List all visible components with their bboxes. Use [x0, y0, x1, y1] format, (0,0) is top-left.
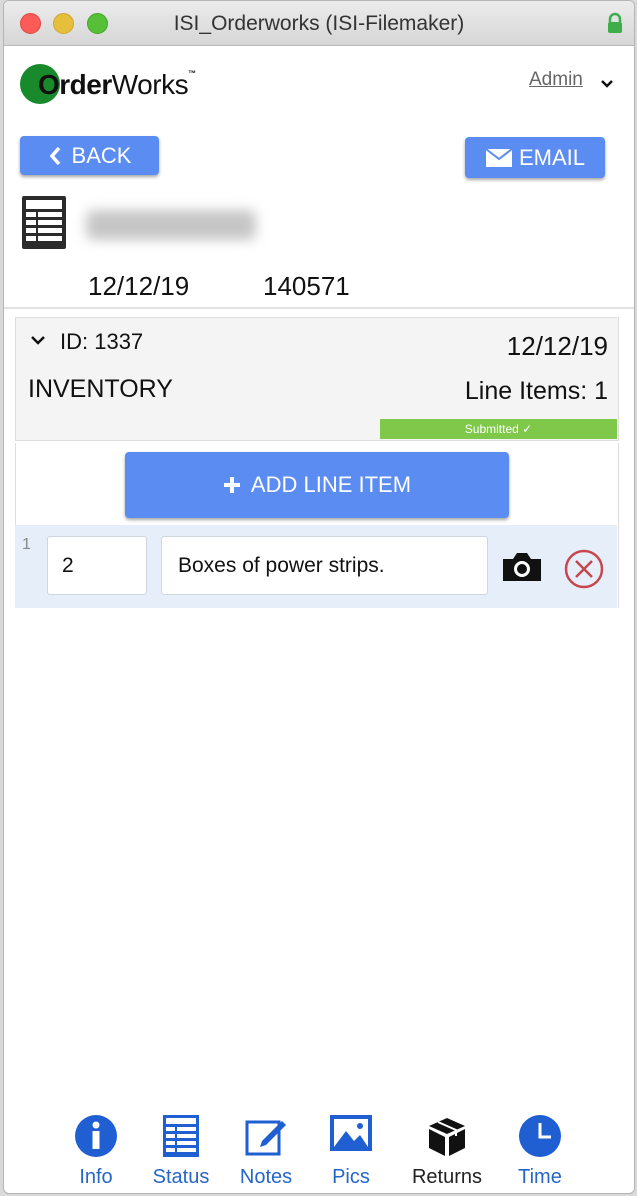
back-button-label: BACK [71, 142, 132, 168]
chevron-left-icon [49, 146, 60, 165]
clock-icon [519, 1115, 561, 1157]
chevron-down-icon[interactable] [600, 77, 614, 91]
quantity-field[interactable]: 2 [47, 536, 147, 595]
tab-pics[interactable]: Pics [311, 1109, 391, 1191]
tab-notes[interactable]: Notes [226, 1109, 306, 1191]
back-button[interactable]: BACK [20, 136, 159, 175]
tab-info[interactable]: Info [56, 1109, 136, 1191]
email-button[interactable]: EMAIL [465, 137, 605, 178]
window-title: ISI_Orderworks (ISI-Filemaker) [173, 12, 465, 35]
order-header-number: 140571 [263, 271, 350, 301]
picture-icon [330, 1115, 372, 1151]
edit-icon [245, 1120, 286, 1156]
delete-icon[interactable] [562, 547, 606, 591]
order-header-date: 12/12/19 [88, 271, 190, 301]
order-date: 12/12/19 [506, 331, 608, 361]
app-window: ISI_Orderworks (ISI-Filemaker) OrderWork… [3, 0, 635, 1194]
tab-label: Time [518, 1166, 562, 1188]
chevron-down-icon[interactable] [30, 334, 46, 346]
title-bar: ISI_Orderworks (ISI-Filemaker) [4, 1, 634, 46]
plus-icon [223, 477, 240, 493]
order-card[interactable]: ID: 1337 12/12/19 INVENTORY Line Items: … [15, 317, 619, 441]
tab-status[interactable]: Status [141, 1109, 221, 1191]
email-button-label: EMAIL [518, 144, 586, 170]
tab-label: Returns [411, 1166, 483, 1188]
box-icon [429, 1118, 465, 1156]
tab-label: Notes [239, 1166, 293, 1188]
line-item-index: 1 [22, 536, 31, 553]
tab-label: Info [79, 1166, 113, 1188]
status-badge: Submitted ✓ [380, 419, 617, 439]
order-type: INVENTORY [28, 375, 173, 403]
lock-icon [608, 12, 622, 33]
line-items-count: Line Items: 1 [464, 377, 608, 405]
tab-label: Pics [332, 1166, 370, 1188]
order-id: ID: 1337 [60, 329, 144, 354]
divider [4, 307, 634, 309]
add-line-item-label: ADD LINE ITEM [250, 472, 412, 497]
user-menu[interactable]: Admin [529, 69, 583, 91]
description-field[interactable]: Boxes of power strips. [161, 536, 488, 595]
table-icon [163, 1115, 199, 1157]
line-item-row: 1 2 Boxes of power strips. [15, 525, 617, 608]
blurred-customer-name [86, 210, 256, 240]
tab-returns[interactable]: Returns [407, 1109, 487, 1191]
bottom-tab-bar: Info Status Notes Pics Returns Time [4, 1109, 634, 1193]
add-line-item-button[interactable]: ADD LINE ITEM [125, 452, 509, 518]
camera-icon[interactable] [500, 551, 544, 583]
tab-label: Status [152, 1166, 210, 1188]
envelope-icon [485, 147, 513, 167]
tab-time[interactable]: Time [500, 1109, 580, 1191]
spreadsheet-icon [22, 196, 66, 249]
info-icon [75, 1115, 117, 1157]
